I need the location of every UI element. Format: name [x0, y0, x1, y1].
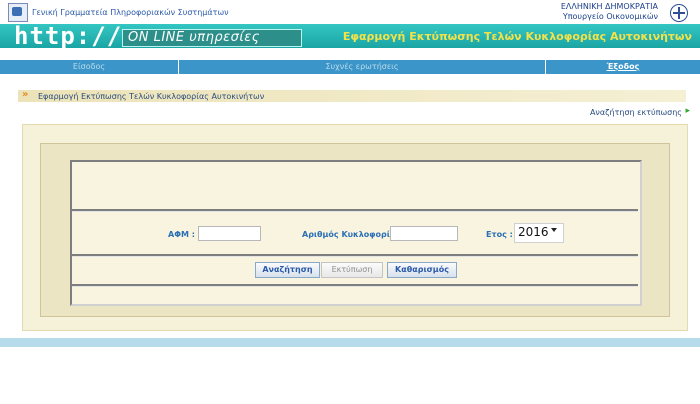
nav-faq-link[interactable]: Συχνές ερωτήσεις	[179, 60, 545, 74]
organization-name: Γενική Γραμματεία Πληροφοριακών Συστημάτ…	[32, 8, 229, 17]
app-title: Εφαρμογή Εκτύπωσης Τελών Κυκλοφορίας Αυτ…	[342, 30, 692, 43]
breadcrumb-title: Εφαρμογή Εκτύπωσης Τελών Κυκλοφορίας Αυτ…	[38, 92, 265, 101]
banner-http-logo: http://	[14, 22, 123, 50]
nav-login-link[interactable]: Είσοδος	[0, 60, 178, 74]
plate-number-input[interactable]	[390, 226, 458, 241]
print-button[interactable]: Εκτύπωση	[321, 262, 383, 278]
year-label: Ετος :	[486, 230, 513, 239]
ministry-name: Υπουργείο Οικονομικών	[562, 12, 658, 21]
afm-input[interactable]	[198, 226, 261, 241]
form-divider	[72, 284, 638, 287]
afm-label: ΑΦΜ :	[168, 230, 195, 239]
nav-logout-link[interactable]: Έξοδος	[546, 60, 700, 74]
search-button[interactable]: Αναζήτηση	[255, 262, 320, 278]
gsis-logo-icon	[8, 3, 28, 22]
year-selected-value: 2016	[518, 225, 549, 239]
search-print-link[interactable]: Αναζήτηση εκτύπωσης	[590, 108, 682, 117]
form-divider	[72, 254, 638, 257]
online-services-label: ΟΝ LINE υπηρεσίες	[128, 30, 260, 45]
greek-emblem-icon	[670, 4, 688, 22]
form-divider	[72, 209, 638, 212]
chevron-down-icon	[551, 228, 557, 232]
link-arrow-icon: ▸	[685, 106, 690, 116]
footer-band	[0, 338, 700, 347]
country-name: ΕΛΛΗΝΙΚΗ ΔΗΜΟΚΡΑΤΙΑ	[560, 2, 658, 11]
breadcrumb-arrow-icon: »	[22, 89, 29, 100]
clear-button[interactable]: Καθαρισμός	[387, 262, 457, 278]
